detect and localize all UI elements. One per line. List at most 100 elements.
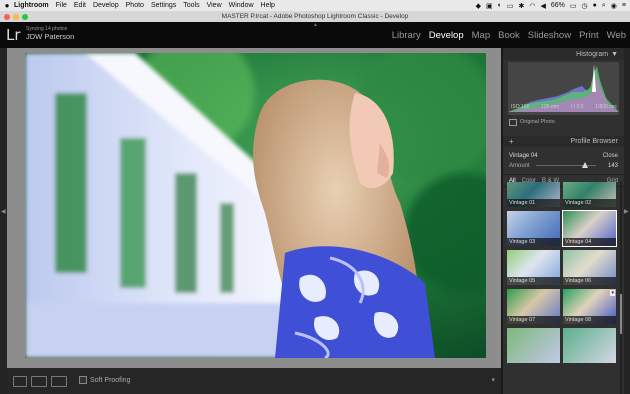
profile-thumbnails: Vintage 01 Vintage 02 Vintage 03 Vintage… (507, 182, 617, 394)
soft-proofing-toggle[interactable]: Soft Proofing (79, 376, 130, 384)
profile-thumb-label: Vintage 04 (563, 238, 616, 246)
soft-proofing-checkbox[interactable] (79, 376, 87, 384)
menu-photo[interactable]: Photo (126, 2, 144, 9)
profile-thumb-vintage-02[interactable]: Vintage 02 (563, 182, 616, 207)
plus-icon[interactable]: + (509, 137, 514, 146)
window-titlebar: MASTER P.lrcat - Adobe Photoshop Lightro… (0, 11, 630, 22)
menu-window[interactable]: Window (229, 2, 254, 9)
module-book[interactable]: Book (498, 30, 520, 41)
profile-icon[interactable]: ● (593, 2, 597, 9)
profile-thumb-vintage-07[interactable]: Vintage 07 (507, 289, 560, 324)
battery-percent[interactable]: 66% (551, 2, 565, 9)
menu-help[interactable]: Help (261, 2, 275, 9)
minimize-window-button[interactable] (13, 13, 19, 20)
battery-icon[interactable]: ▭ (570, 2, 577, 10)
amount-value[interactable]: 143 (608, 163, 618, 169)
original-photo-toggle[interactable]: Original Photo (503, 117, 624, 127)
bluetooth-icon[interactable]: ✱ (519, 2, 525, 10)
amount-slider-knob[interactable] (581, 162, 588, 168)
histogram[interactable]: ISO 100 105 mm f / 3.2 1/800 sec (508, 62, 619, 115)
menu-bar: ● Lightroom File Edit Develop Photo Sett… (0, 0, 630, 11)
focal-length: 105 mm (541, 104, 560, 110)
module-picker: Library Develop Map Book Slideshow Print… (384, 30, 626, 41)
clock-icon[interactable]: ◷ (582, 2, 588, 10)
menu-settings[interactable]: Settings (151, 2, 176, 9)
lightroom-logo: Lr (6, 26, 21, 44)
camera-icon[interactable]: ▣ (486, 2, 493, 10)
shutter-speed: 1/800 sec (595, 104, 617, 110)
portrait-photo (25, 53, 486, 358)
profile-thumb-vintage-05[interactable]: Vintage 05 (507, 250, 560, 285)
histogram-label: Histogram (576, 50, 609, 58)
profile-scrollbar[interactable] (620, 182, 622, 394)
menu-view[interactable]: View (207, 2, 222, 9)
amount-label: Amount (509, 162, 530, 169)
camera-info: ISO 100 105 mm f / 3.2 1/800 sec (511, 104, 617, 110)
apple-menu-icon[interactable]: ● (0, 1, 14, 10)
notifications-icon[interactable]: ≡ (622, 2, 626, 9)
module-map[interactable]: Map (472, 30, 490, 41)
profile-thumb-label: Vintage 07 (507, 316, 560, 324)
profile-browser-header[interactable]: + Profile Browser (503, 136, 624, 147)
menu-file[interactable]: File (56, 2, 67, 9)
window-controls (4, 13, 28, 20)
top-panel-toggle-icon[interactable]: ▲ (313, 22, 318, 28)
volume-icon[interactable]: ◀ (541, 2, 546, 10)
menu-app-name[interactable]: Lightroom (14, 2, 49, 9)
profile-thumb-label: Vintage 05 (507, 277, 560, 285)
profile-browser-title: Profile Browser (570, 138, 618, 145)
search-icon[interactable]: ⌕ (602, 2, 606, 10)
user-name: JDW Paterson (26, 32, 75, 41)
sync-icon[interactable]: ◐ (498, 2, 502, 9)
module-slideshow[interactable]: Slideshow (528, 30, 571, 41)
original-photo-icon (509, 118, 517, 126)
module-print[interactable]: Print (579, 30, 599, 41)
favorite-badge-icon[interactable]: ▾ (610, 290, 615, 296)
module-library[interactable]: Library (392, 30, 421, 41)
image-canvas[interactable] (7, 48, 501, 368)
profile-thumb-vintage-06[interactable]: Vintage 06 (563, 250, 616, 285)
profile-thumb-label: Vintage 01 (507, 199, 560, 207)
profile-thumb-label: Vintage 03 (507, 238, 560, 246)
scrollbar-thumb[interactable] (620, 294, 622, 334)
module-web[interactable]: Web (607, 30, 626, 41)
iso-value: ISO 100 (511, 104, 530, 110)
reference-view-icon[interactable] (51, 376, 67, 387)
profile-thumb-vintage-08[interactable]: Vintage 08 ▾ (563, 289, 616, 324)
profile-thumb-vintage-04[interactable]: Vintage 04 (562, 210, 617, 247)
close-window-button[interactable] (4, 13, 10, 20)
left-panel-toggle-icon[interactable]: ◀ (1, 208, 6, 215)
zoom-window-button[interactable] (22, 13, 28, 20)
collapse-triangle-icon[interactable]: ▼ (611, 51, 618, 58)
menu-edit[interactable]: Edit (74, 2, 86, 9)
workspace: ◀ Soft Proofing ▾ Histogram ▼ ISO 100 10… (0, 48, 630, 394)
amount-slider[interactable] (535, 162, 596, 168)
module-develop[interactable]: Develop (429, 30, 464, 41)
window-title: MASTER P.lrcat - Adobe Photoshop Lightro… (221, 13, 409, 20)
right-panel-edge[interactable]: ▶ (624, 48, 630, 394)
status-area: ◆ ▣ ◐ ▭ ✱ ◠ ◀ 66% ▭ ◷ ● ⌕ ◉ ≡ (476, 2, 630, 10)
left-panel-edge[interactable]: ◀ (0, 48, 7, 394)
close-button[interactable]: Close (603, 153, 618, 159)
soft-proofing-label: Soft Proofing (90, 376, 131, 384)
before-after-icon[interactable] (31, 376, 47, 387)
profile-thumb-vintage-01[interactable]: Vintage 01 (507, 182, 560, 207)
siri-icon[interactable]: ◉ (611, 2, 617, 10)
amount-row: Amount 143 (503, 161, 624, 170)
profile-thumb-partial[interactable] (507, 328, 560, 363)
toolbar-menu-chevron-icon[interactable]: ▾ (491, 376, 495, 384)
display-icon[interactable]: ▭ (507, 2, 514, 10)
wifi-icon[interactable]: ◠ (529, 2, 535, 10)
profile-thumb-label: Vintage 08 (563, 316, 616, 324)
photo-preview[interactable] (25, 53, 486, 358)
profile-thumb-vintage-03[interactable]: Vintage 03 (507, 211, 560, 246)
original-photo-label: Original Photo (520, 119, 555, 125)
right-panel-toggle-icon[interactable]: ▶ (624, 208, 629, 215)
loupe-view-icon[interactable] (13, 376, 27, 387)
dropbox-icon[interactable]: ◆ (476, 2, 481, 10)
histogram-header[interactable]: Histogram ▼ (503, 48, 624, 60)
aperture-value: f / 3.2 (570, 104, 584, 110)
menu-develop[interactable]: Develop (93, 2, 119, 9)
profile-thumb-partial[interactable] (563, 328, 616, 363)
menu-tools[interactable]: Tools (183, 2, 199, 9)
